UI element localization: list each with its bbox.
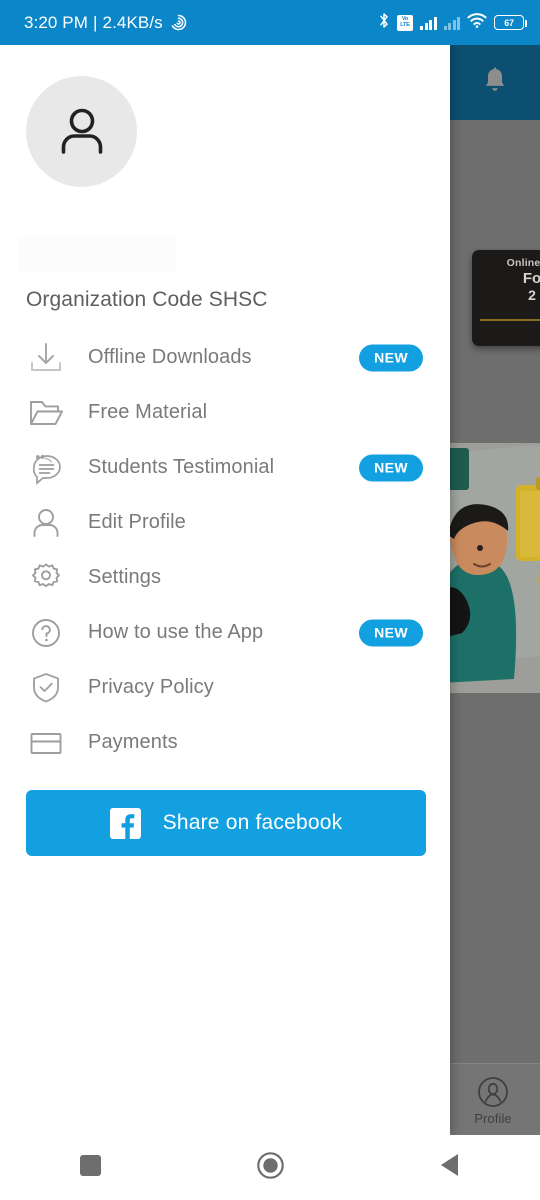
badge-new: NEW [359, 344, 423, 371]
download-icon [28, 338, 70, 378]
wifi-icon [467, 12, 487, 33]
home-button[interactable] [180, 1135, 360, 1200]
bluetooth-icon [378, 12, 390, 34]
folder-icon [28, 393, 70, 433]
menu-item-label: Payments [88, 731, 178, 753]
signal-bars-icon [420, 16, 437, 30]
status-bar-separator: | [93, 12, 98, 32]
menu-item-students-testimonial[interactable]: Students Testimonial NEW [0, 440, 450, 495]
menu-item-how-to-use-the-app[interactable]: How to use the App NEW [0, 605, 450, 660]
menu-item-payments[interactable]: Payments [0, 715, 450, 770]
credit-card-icon [28, 723, 70, 763]
menu-item-label: Settings [88, 566, 162, 588]
bell-icon[interactable] [482, 67, 508, 97]
status-bar-left: 3:20 PM | 2.4KB/s [24, 13, 187, 33]
share-on-facebook-label: Share on facebook [162, 811, 343, 834]
menu-item-offline-downloads[interactable]: Offline Downloads NEW [0, 330, 450, 385]
facebook-icon [109, 807, 141, 839]
question-mark-icon [28, 613, 70, 653]
bottom-tab-profile[interactable]: Profile [462, 1076, 524, 1126]
shield-check-icon [28, 668, 70, 708]
share-on-facebook-button[interactable]: Share on facebook [26, 790, 426, 856]
menu-item-label: Edit Profile [88, 511, 186, 533]
promo-card-line1: Online Re [506, 257, 540, 269]
badge-new: NEW [359, 454, 423, 481]
volte-icon: Vo LTE [397, 14, 413, 31]
status-bar-network-speed: 2.4KB/s [102, 12, 163, 32]
battery-icon: 67 [494, 15, 527, 30]
promo-card-line2: Fo [522, 270, 540, 287]
promo-card-line3: 2 [528, 287, 536, 303]
square-recents-icon [79, 1154, 101, 1181]
circle-home-icon [256, 1151, 284, 1184]
menu-item-label: Offline Downloads [88, 346, 252, 368]
back-button[interactable] [360, 1135, 540, 1200]
person-icon [28, 503, 70, 543]
menu-item-label: Students Testimonial [88, 456, 275, 478]
avatar[interactable] [26, 76, 137, 187]
menu-item-label: Privacy Policy [88, 676, 214, 698]
battery-level: 67 [504, 17, 514, 28]
organization-code: Organization Code SHSC [26, 288, 268, 311]
user-name-placeholder [18, 237, 176, 273]
menu-item-settings[interactable]: Settings [0, 550, 450, 605]
recents-button[interactable] [0, 1135, 180, 1200]
menu-item-edit-profile[interactable]: Edit Profile [0, 495, 450, 550]
data-saver-icon [170, 14, 187, 31]
status-bar: 3:20 PM | 2.4KB/s Vo LTE 67 [0, 0, 540, 45]
testimonial-icon [28, 448, 70, 488]
badge-new: NEW [359, 619, 423, 646]
navigation-drawer: Organization Code SHSC Offline Downloads… [0, 45, 450, 1135]
triangle-back-icon [440, 1153, 460, 1182]
menu-item-free-material[interactable]: Free Material [0, 385, 450, 440]
promo-card[interactable]: Online Re Fo 2 [472, 250, 540, 346]
status-bar-right: Vo LTE 67 [378, 12, 527, 34]
menu-item-label: Free Material [88, 401, 208, 423]
drawer-menu: Offline Downloads NEW Free Material Stud… [0, 330, 450, 770]
person-avatar-icon [61, 108, 102, 154]
menu-item-label: How to use the App [88, 621, 264, 643]
signal-bars-dim-icon [443, 16, 460, 30]
student-with-clipboard-illustration [440, 443, 540, 693]
profile-circle-icon [478, 1077, 508, 1107]
gear-icon [28, 558, 70, 598]
status-bar-clock: 3:20 PM [24, 12, 89, 32]
android-navigation-bar [0, 1135, 540, 1200]
bottom-tab-profile-label: Profile [474, 1111, 512, 1126]
promo-card-divider [480, 318, 540, 321]
menu-item-privacy-policy[interactable]: Privacy Policy [0, 660, 450, 715]
